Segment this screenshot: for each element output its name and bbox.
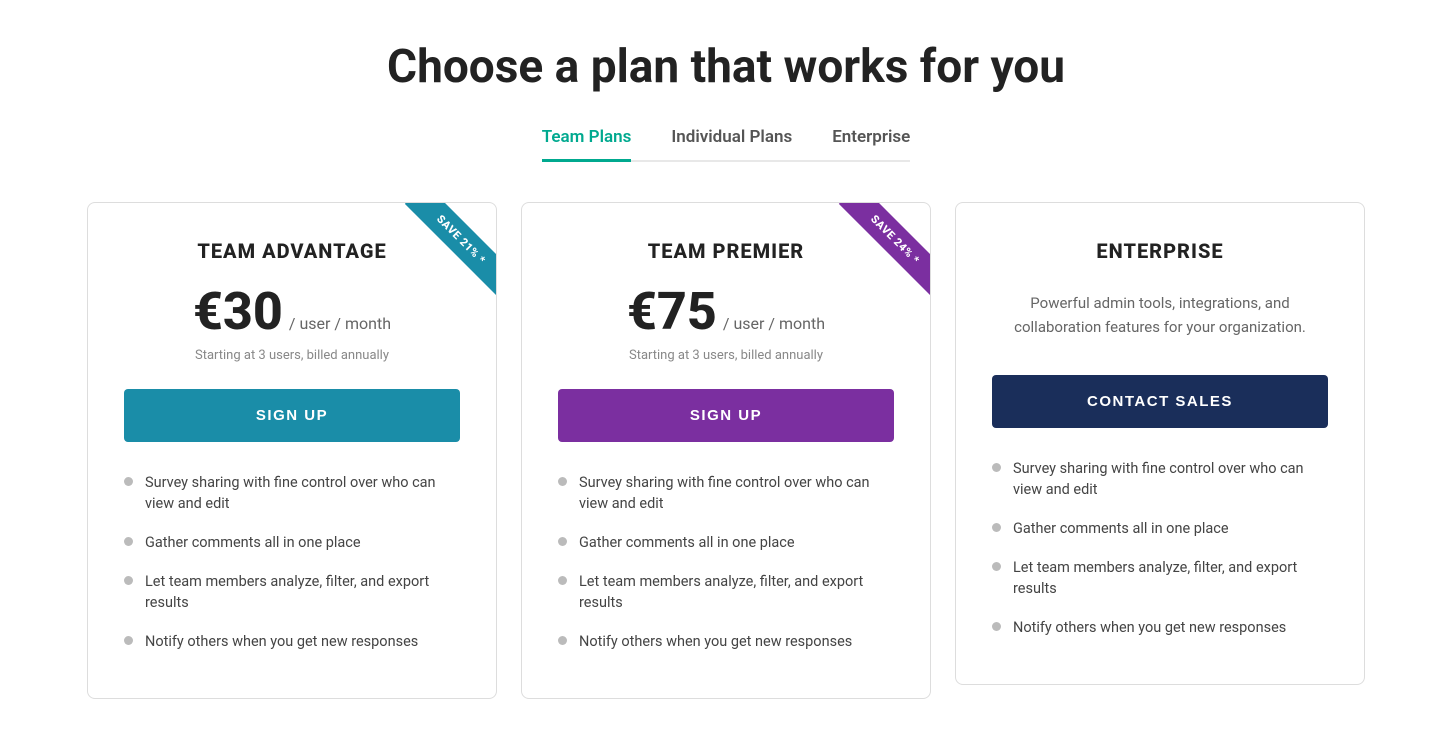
- list-item: Let team members analyze, filter, and ex…: [124, 571, 460, 613]
- list-item: Survey sharing with fine control over wh…: [124, 472, 460, 514]
- price-unit-team-premier: / user / month: [723, 314, 825, 333]
- plans-container: SAVE 21% * TEAM ADVANTAGE €30 / user / m…: [76, 202, 1376, 699]
- tab-team-plans[interactable]: Team Plans: [542, 127, 632, 162]
- bullet-icon: [124, 537, 133, 546]
- list-item: Survey sharing with fine control over wh…: [558, 472, 894, 514]
- billing-note-team-advantage: Starting at 3 users, billed annually: [124, 348, 460, 363]
- tab-individual-plans[interactable]: Individual Plans: [671, 127, 792, 162]
- contact-sales-button[interactable]: CONTACT SALES: [992, 375, 1328, 428]
- list-item: Let team members analyze, filter, and ex…: [558, 571, 894, 613]
- bullet-icon: [124, 477, 133, 486]
- plan-card-team-advantage: SAVE 21% * TEAM ADVANTAGE €30 / user / m…: [87, 202, 497, 699]
- features-list-team-premier: Survey sharing with fine control over wh…: [558, 472, 894, 652]
- bullet-icon: [124, 576, 133, 585]
- plan-card-enterprise: ENTERPRISE Powerful admin tools, integra…: [955, 202, 1365, 685]
- list-item: Notify others when you get new responses: [558, 631, 894, 652]
- bullet-icon: [992, 622, 1001, 631]
- list-item: Survey sharing with fine control over wh…: [992, 458, 1328, 500]
- bullet-icon: [558, 636, 567, 645]
- billing-note-team-premier: Starting at 3 users, billed annually: [558, 348, 894, 363]
- bullet-icon: [558, 477, 567, 486]
- plan-name-team-premier: TEAM PREMIER: [558, 239, 894, 263]
- bullet-icon: [992, 562, 1001, 571]
- list-item: Gather comments all in one place: [992, 518, 1328, 539]
- price-unit-team-advantage: / user / month: [289, 314, 391, 333]
- features-list-team-advantage: Survey sharing with fine control over wh…: [124, 472, 460, 652]
- price-amount-team-premier: €75: [627, 281, 717, 342]
- bullet-icon: [992, 523, 1001, 532]
- features-list-enterprise: Survey sharing with fine control over wh…: [992, 458, 1328, 638]
- list-item: Notify others when you get new responses: [124, 631, 460, 652]
- plan-card-team-premier: SAVE 24% * TEAM PREMIER €75 / user / mon…: [521, 202, 931, 699]
- enterprise-description: Powerful admin tools, integrations, and …: [992, 281, 1328, 349]
- list-item: Gather comments all in one place: [124, 532, 460, 553]
- price-amount-team-advantage: €30: [193, 281, 283, 342]
- signup-button-team-premier[interactable]: SIGN UP: [558, 389, 894, 442]
- list-item: Notify others when you get new responses: [992, 617, 1328, 638]
- price-row-team-advantage: €30 / user / month: [124, 281, 460, 342]
- price-row-team-premier: €75 / user / month: [558, 281, 894, 342]
- signup-button-team-advantage[interactable]: SIGN UP: [124, 389, 460, 442]
- bullet-icon: [558, 537, 567, 546]
- list-item: Let team members analyze, filter, and ex…: [992, 557, 1328, 599]
- bullet-icon: [124, 636, 133, 645]
- bullet-icon: [558, 576, 567, 585]
- bullet-icon: [992, 463, 1001, 472]
- page-title: Choose a plan that works for you: [387, 40, 1065, 95]
- plan-name-enterprise: ENTERPRISE: [992, 239, 1328, 263]
- tabs-bar: Team Plans Individual Plans Enterprise: [542, 127, 911, 162]
- list-item: Gather comments all in one place: [558, 532, 894, 553]
- plan-name-team-advantage: TEAM ADVANTAGE: [124, 239, 460, 263]
- tab-enterprise[interactable]: Enterprise: [832, 127, 910, 162]
